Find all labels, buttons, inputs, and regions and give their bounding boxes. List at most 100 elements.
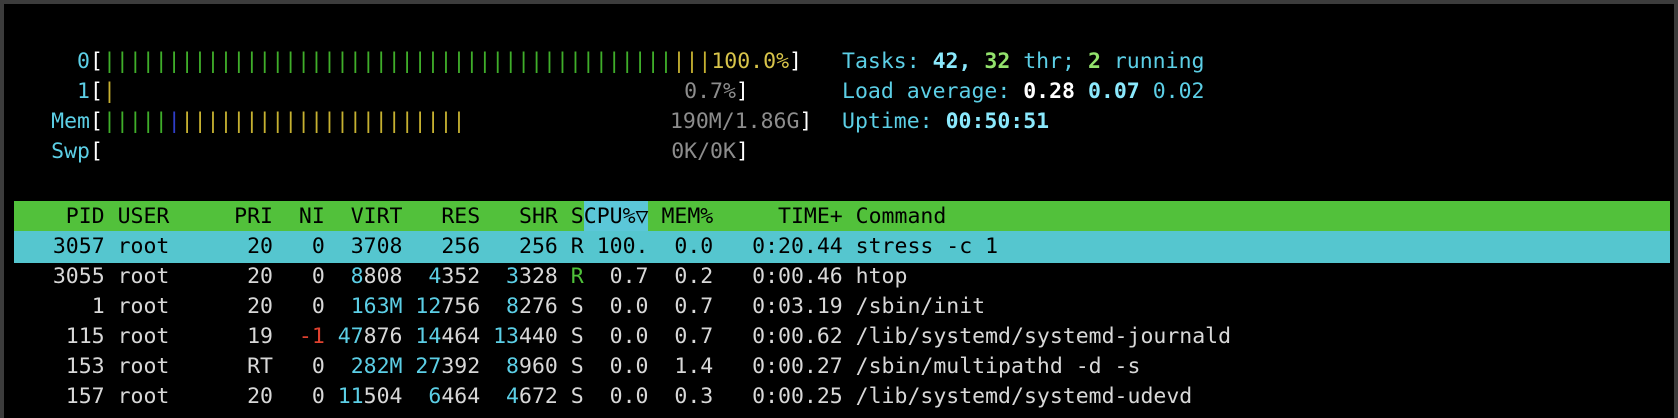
cell-mem: 0.7 <box>674 294 714 319</box>
cell-mem: 0.7 <box>674 324 714 349</box>
column-header-pri[interactable]: PRI <box>234 201 273 233</box>
htop-terminal: 0[||||||||||||||||||||||||||||||||||||||… <box>0 0 1678 418</box>
cpu0-meter: 0[||||||||||||||||||||||||||||||||||||||… <box>42 46 802 78</box>
cell-shr: 8960 <box>506 354 558 379</box>
process-row[interactable]: 157 root 20 0 11504 6464 4672 S 0.0 0.3 0:00.25/li… <box>14 381 1670 413</box>
process-row[interactable]: 3057 root 20 0 3708 256 256 R 100. 0.0 0:20.44 stre… <box>14 231 1670 263</box>
cell-virt: 282M <box>350 354 403 379</box>
column-header-command[interactable]: Command <box>843 201 1361 233</box>
tasks-summary: Tasks: 42, 32 thr; 2 running <box>842 46 1204 78</box>
swp-label: Swp <box>51 139 90 164</box>
cell-pid: 157 <box>65 384 105 409</box>
cell-ni: 0 <box>311 384 325 409</box>
threads-label: thr; <box>1010 49 1088 74</box>
cell-pri: 20 <box>247 234 273 259</box>
cpu1-value: 0.7% <box>684 79 736 104</box>
mem-meter: Mem[|||||||||||||||||||||||||||| 190M/1.8… <box>42 106 812 138</box>
cell-pri: 20 <box>247 384 273 409</box>
cpu1-label: 1 <box>77 79 90 104</box>
column-header-s[interactable]: S <box>558 201 584 233</box>
cell-cpu: 100. <box>596 234 649 259</box>
process-row[interactable]: 115 root 19 -1 47876 14464 13440 S 0.0 0.7 0:00.62… <box>14 321 1670 353</box>
tasks-separator: , <box>958 49 985 74</box>
uptime-label: Uptime: <box>842 109 946 134</box>
cell-virt: 11504 <box>337 384 403 409</box>
cell-ni: 0 <box>311 264 325 289</box>
cell-cmd: /lib/systemd/systemd-journald <box>855 324 1232 349</box>
cell-pid: 115 <box>65 324 105 349</box>
process-row[interactable]: 153 root RT 0 282M 27392 8960 S 0.0 1.4 0:00.27/sb… <box>14 351 1670 383</box>
cell-cmd: stress -c 1 <box>855 234 999 259</box>
cell-s: R <box>570 264 584 289</box>
cell-s: S <box>570 384 584 409</box>
cell-virt: 163M <box>350 294 403 319</box>
cell-user: root <box>117 324 170 349</box>
column-header-shr[interactable]: SHR <box>480 201 558 233</box>
column-header-pid[interactable]: PID <box>14 201 105 233</box>
cell-time: 0:00.27 <box>752 354 843 379</box>
cell-res: 27392 <box>415 354 481 379</box>
cell-user: root <box>117 354 170 379</box>
running-count: 2 <box>1087 49 1101 74</box>
load-average: Load average: 0.28 0.07 0.02 <box>842 76 1204 108</box>
process-row[interactable]: 1 root 20 0 163M 12756 8276 S 0.0 0.7 0:03.19/sbin… <box>14 291 1670 323</box>
cell-shr: 256 <box>519 234 558 259</box>
column-header-virt[interactable]: VIRT <box>325 201 403 233</box>
cpu1-meter: 1[| 0.7%] <box>42 76 749 108</box>
cell-cpu: 0.0 <box>609 354 649 379</box>
load-5min: 0.07 <box>1087 79 1140 104</box>
cell-cmd: /sbin/multipathd -d -s <box>855 354 1141 379</box>
column-header-time+[interactable]: TIME+ <box>713 201 843 233</box>
cell-mem: 0.3 <box>674 384 714 409</box>
mem-bar-yellow: |||||||||||||||||||||| <box>180 109 466 134</box>
cell-ni: -1 <box>298 324 325 349</box>
process-table-header: PID USER PRI NI VIRT RES SHR SCPU%▽ MEM% TIME+ Com… <box>14 201 1670 233</box>
cell-res: 14464 <box>415 324 481 349</box>
tasks-label: Tasks: <box>842 49 933 74</box>
mem-value: 190M/1.86G <box>669 109 800 134</box>
threads-count: 32 <box>984 49 1011 74</box>
process-row[interactable]: 3055 root 20 0 8808 4352 3328 R 0.7 0.2 0:00.46 hto… <box>14 261 1670 293</box>
column-header-res[interactable]: RES <box>402 201 480 233</box>
cell-pid: 3057 <box>52 234 105 259</box>
uptime: Uptime: 00:50:51 <box>842 106 1049 138</box>
cell-pri: 20 <box>247 294 273 319</box>
mem-label: Mem <box>51 109 90 134</box>
cell-virt: 47876 <box>337 324 403 349</box>
cell-user: root <box>117 294 170 319</box>
cell-shr: 4672 <box>506 384 558 409</box>
cell-res: 6464 <box>428 384 481 409</box>
cell-user: root <box>117 264 170 289</box>
cell-mem: 1.4 <box>674 354 714 379</box>
cell-cmd: htop <box>855 264 908 289</box>
column-header-mem[interactable]: MEM% <box>648 201 713 233</box>
load-15min: 0.02 <box>1152 79 1205 104</box>
tasks-count: 42 <box>932 49 959 74</box>
cell-pri: 19 <box>247 324 273 349</box>
cell-user: root <box>117 384 170 409</box>
cell-pri: RT <box>247 354 273 379</box>
cell-ni: 0 <box>311 354 325 379</box>
cell-time: 0:00.25 <box>752 384 843 409</box>
running-label: running <box>1100 49 1205 74</box>
cell-cpu: 0.0 <box>609 384 649 409</box>
cell-res: 4352 <box>428 264 481 289</box>
cell-time: 0:20.44 <box>752 234 843 259</box>
mem-bar-green: ||||| <box>102 109 168 134</box>
cell-cpu: 0.7 <box>609 264 649 289</box>
swp-meter: Swp[0K/0K] <box>42 136 749 168</box>
cell-shr: 3328 <box>506 264 558 289</box>
cell-virt: 3708 <box>350 234 403 259</box>
column-header-cpu[interactable]: CPU%▽ <box>583 201 649 233</box>
column-header-ni[interactable]: NI <box>273 201 325 233</box>
cell-pri: 20 <box>247 264 273 289</box>
cell-time: 0:03.19 <box>752 294 843 319</box>
cell-ni: 0 <box>311 234 325 259</box>
cpu0-value: 100.0% <box>711 49 790 74</box>
cell-s: R <box>570 234 584 259</box>
cell-mem: 0.0 <box>674 234 714 259</box>
column-header-user[interactable]: USER <box>105 201 235 233</box>
cell-pid: 3055 <box>52 264 105 289</box>
cell-ni: 0 <box>311 294 325 319</box>
cell-user: root <box>117 234 170 259</box>
